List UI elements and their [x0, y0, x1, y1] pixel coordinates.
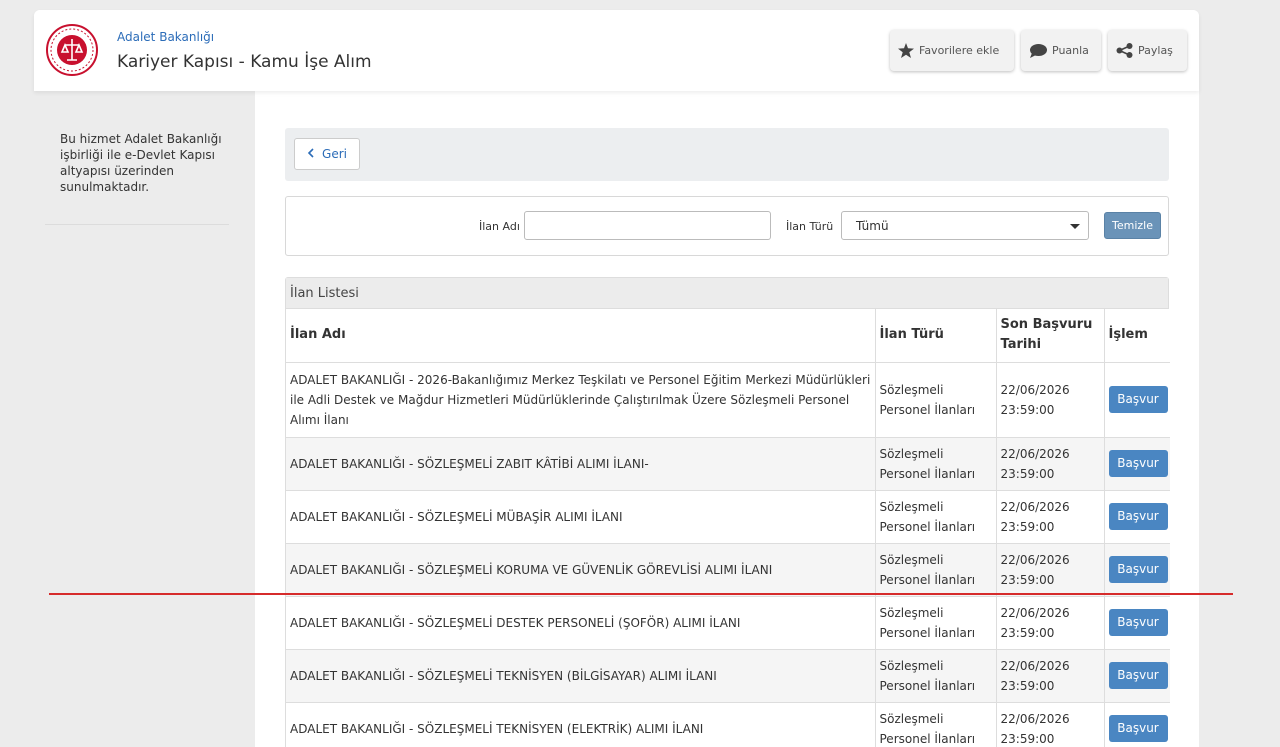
listing-name: ADALET BAKANLIĞI - 2026-Bakanlığımız Mer…: [286, 362, 876, 438]
listing-deadline: 22/06/2026 23:59:00: [996, 362, 1105, 438]
listing-type: Sözleşmeli Personel İlanları: [875, 702, 997, 747]
listing-type: Sözleşmeli Personel İlanları: [875, 490, 997, 544]
speech-bubble-icon: [1029, 43, 1047, 58]
column-header-action: İşlem: [1104, 309, 1170, 363]
share-label: Paylaş: [1138, 44, 1173, 57]
listing-type: Sözleşmeli Personel İlanları: [875, 596, 997, 650]
apply-button[interactable]: Başvur: [1108, 715, 1168, 742]
listing-name: ADALET BAKANLIĞI - SÖZLEŞMELİ ZABIT KÂTİ…: [286, 437, 876, 491]
clear-button[interactable]: Temizle: [1104, 212, 1161, 239]
apply-button[interactable]: Başvur: [1108, 556, 1168, 583]
back-bar: Geri: [285, 128, 1169, 181]
apply-button[interactable]: Başvur: [1108, 450, 1168, 477]
type-filter-select[interactable]: Tümü: [841, 211, 1089, 240]
table-row: ADALET BAKANLIĞI - SÖZLEŞMELİ KORUMA VE …: [286, 543, 1170, 597]
star-icon: [898, 43, 914, 58]
name-filter-label: İlan Adı: [479, 220, 520, 233]
listing-deadline: 22/06/2026 23:59:00: [996, 649, 1105, 703]
apply-button[interactable]: Başvur: [1108, 662, 1168, 689]
ministry-seal-icon[interactable]: [46, 24, 98, 76]
table-row: ADALET BAKANLIĞI - 2026-Bakanlığımız Mer…: [286, 362, 1170, 438]
listing-deadline: 22/06/2026 23:59:00: [996, 437, 1105, 491]
ministry-name[interactable]: Adalet Bakanlığı: [117, 30, 214, 44]
type-filter-value: Tümü: [856, 218, 889, 233]
rate-button[interactable]: Puanla: [1021, 30, 1101, 71]
action-cell: Başvur: [1104, 596, 1170, 650]
listing-deadline: 22/06/2026 23:59:00: [996, 490, 1105, 544]
listing-deadline: 22/06/2026 23:59:00: [996, 702, 1105, 747]
caret-down-icon: [1070, 224, 1080, 229]
add-favorite-button[interactable]: Favorilere ekle: [890, 30, 1014, 71]
listing-table: İlan Adı İlan Türü Son Başvuru Tarihi İş…: [286, 309, 1170, 747]
red-annotation-line: [49, 593, 1233, 595]
listing-name: ADALET BAKANLIĞI - SÖZLEŞMELİ KORUMA VE …: [286, 543, 876, 597]
add-favorite-label: Favorilere ekle: [919, 44, 1000, 57]
table-row: ADALET BAKANLIĞI - SÖZLEŞMELİ MÜBAŞİR AL…: [286, 490, 1170, 544]
action-cell: Başvur: [1104, 649, 1170, 703]
chevron-left-icon: [307, 147, 314, 161]
rate-label: Puanla: [1052, 44, 1089, 57]
listing-panel: İlan Listesi İlan Adı İlan Türü Son Başv…: [285, 277, 1170, 747]
action-cell: Başvur: [1104, 437, 1170, 491]
type-filter-label: İlan Türü: [786, 220, 834, 233]
column-header-deadline[interactable]: Son Başvuru Tarihi: [996, 309, 1105, 363]
listing-deadline: 22/06/2026 23:59:00: [996, 543, 1105, 597]
listing-name: ADALET BAKANLIĞI - SÖZLEŞMELİ DESTEK PER…: [286, 596, 876, 650]
listing-type: Sözleşmeli Personel İlanları: [875, 649, 997, 703]
page-title: Kariyer Kapısı - Kamu İşe Alım: [117, 52, 372, 72]
site-header: Adalet Bakanlığı Kariyer Kapısı - Kamu İ…: [34, 10, 1199, 91]
listing-deadline: 22/06/2026 23:59:00: [996, 596, 1105, 650]
action-cell: Başvur: [1104, 543, 1170, 597]
table-row: ADALET BAKANLIĞI - SÖZLEŞMELİ DESTEK PER…: [286, 596, 1170, 650]
back-label: Geri: [322, 147, 347, 161]
apply-button[interactable]: Başvur: [1108, 503, 1168, 530]
action-cell: Başvur: [1104, 362, 1170, 438]
listing-name: ADALET BAKANLIĞI - SÖZLEŞMELİ TEKNİSYEN …: [286, 649, 876, 703]
share-button[interactable]: Paylaş: [1108, 30, 1187, 71]
listing-type: Sözleşmeli Personel İlanları: [875, 543, 997, 597]
table-row: ADALET BAKANLIĞI - SÖZLEŞMELİ TEKNİSYEN …: [286, 702, 1170, 747]
sidebar-divider: [45, 224, 229, 225]
sidebar: Bu hizmet Adalet Bakanlığı işbirliği ile…: [34, 91, 255, 747]
action-cell: Başvur: [1104, 490, 1170, 544]
listing-type: Sözleşmeli Personel İlanları: [875, 362, 997, 438]
share-icon: [1116, 43, 1133, 58]
listing-type: Sözleşmeli Personel İlanları: [875, 437, 997, 491]
column-header-name[interactable]: İlan Adı: [286, 309, 876, 363]
filter-panel: İlan Adı İlan Türü Tümü Temizle: [285, 196, 1169, 256]
back-button[interactable]: Geri: [294, 138, 360, 170]
table-row: ADALET BAKANLIĞI - SÖZLEŞMELİ ZABIT KÂTİ…: [286, 437, 1170, 491]
name-filter-input[interactable]: [524, 211, 771, 240]
listing-name: ADALET BAKANLIĞI - SÖZLEŞMELİ TEKNİSYEN …: [286, 702, 876, 747]
column-header-type[interactable]: İlan Türü: [875, 309, 997, 363]
apply-button[interactable]: Başvur: [1108, 609, 1168, 636]
apply-button[interactable]: Başvur: [1108, 386, 1168, 413]
listing-caption: İlan Listesi: [286, 278, 1168, 309]
listing-name: ADALET BAKANLIĞI - SÖZLEŞMELİ MÜBAŞİR AL…: [286, 490, 876, 544]
table-row: ADALET BAKANLIĞI - SÖZLEŞMELİ TEKNİSYEN …: [286, 649, 1170, 703]
action-cell: Başvur: [1104, 702, 1170, 747]
sidebar-note: Bu hizmet Adalet Bakanlığı işbirliği ile…: [60, 132, 222, 194]
page-card: Adalet Bakanlığı Kariyer Kapısı - Kamu İ…: [34, 10, 1199, 747]
